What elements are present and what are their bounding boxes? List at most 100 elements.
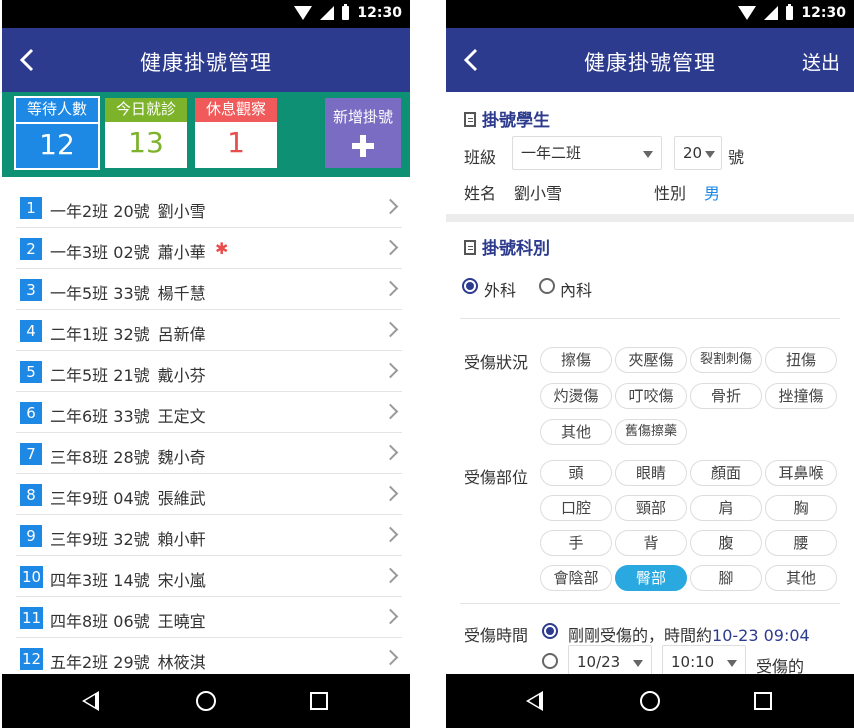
divider-line bbox=[460, 603, 840, 604]
injury-part-chip[interactable]: 腹 bbox=[690, 530, 762, 556]
status-bar: 12:30 bbox=[446, 0, 854, 28]
patient-row[interactable]: 11 四年8班 06號 王曉宜 bbox=[16, 597, 402, 638]
today-count-tile[interactable]: 今日就診 13 bbox=[105, 98, 187, 168]
patient-row[interactable]: 6 二年6班 33號 王定文 bbox=[16, 392, 402, 433]
row-class-seat: 三年9班 32號 bbox=[50, 530, 150, 549]
seat-select-value: 20 bbox=[683, 144, 703, 162]
class-select[interactable]: 一年二班 bbox=[512, 136, 662, 170]
form-content: 掛號學生 班級 一年二班 20 號 姓名 劉小雪 性別 男 掛號科別 外科 內科… bbox=[446, 92, 854, 674]
injury-part-chip[interactable]: 胸 bbox=[765, 495, 837, 521]
row-index-badge: 6 bbox=[20, 402, 42, 424]
chevron-right-icon bbox=[382, 239, 399, 256]
gender-label: 性別 bbox=[654, 184, 687, 203]
chevron-right-icon bbox=[382, 362, 399, 379]
injury-type-chip[interactable]: 挫撞傷 bbox=[765, 383, 837, 409]
rest-count-tile[interactable]: 休息觀察 1 bbox=[195, 98, 277, 168]
injury-part-chip[interactable]: 手 bbox=[540, 530, 612, 556]
time-now-value: 10-23 09:04 bbox=[712, 626, 810, 645]
waiting-count-tile[interactable]: 等待人數 12 bbox=[14, 96, 100, 170]
new-registration-label: 新增掛號 bbox=[332, 108, 393, 126]
gender-value: 男 bbox=[704, 184, 721, 203]
row-student-name: 賴小軒 bbox=[157, 530, 206, 549]
injury-part-chip[interactable]: 頸部 bbox=[615, 495, 687, 521]
internal-label: 內科 bbox=[560, 281, 593, 300]
injury-type-chip[interactable]: 裂割刺傷 bbox=[690, 347, 762, 373]
phone-right: 12:30 健康掛號管理 送出 掛號學生 班級 一年二班 20 號 姓名 劉小雪… bbox=[446, 0, 854, 728]
patient-row[interactable]: 3 一年5班 33號 楊千慧 bbox=[16, 269, 402, 310]
row-text: 三年8班 28號 魏小奇 bbox=[50, 444, 206, 468]
nav-back-icon[interactable] bbox=[82, 691, 99, 711]
submit-button[interactable]: 送出 bbox=[802, 48, 840, 75]
time-suffix: 受傷的 bbox=[756, 657, 805, 674]
nav-back-icon[interactable] bbox=[526, 691, 543, 711]
row-index-badge: 12 bbox=[20, 648, 44, 670]
patient-row[interactable]: 12 五年2班 29號 林筱淇 bbox=[16, 638, 402, 679]
status-bar: 12:30 bbox=[2, 0, 410, 28]
injury-part-chip[interactable]: 背 bbox=[615, 530, 687, 556]
surgery-radio[interactable] bbox=[462, 278, 478, 294]
patient-row[interactable]: 9 三年9班 32號 賴小軒 bbox=[16, 515, 402, 556]
injury-part-chip[interactable]: 腳 bbox=[690, 565, 762, 591]
patient-row[interactable]: 5 二年5班 21號 戴小芬 bbox=[16, 351, 402, 392]
injury-part-chip[interactable]: 頭 bbox=[540, 460, 612, 486]
injury-type-chip[interactable]: 骨折 bbox=[690, 383, 762, 409]
app-bar: 健康掛號管理 送出 bbox=[446, 28, 854, 92]
wifi-icon bbox=[738, 6, 757, 20]
row-index-badge: 9 bbox=[20, 525, 42, 547]
row-text: 一年5班 33號 楊千慧 bbox=[50, 280, 206, 304]
seat-select[interactable]: 20 bbox=[674, 136, 722, 170]
row-class-seat: 二年5班 21號 bbox=[50, 366, 150, 385]
injury-type-chip[interactable]: 灼燙傷 bbox=[540, 383, 612, 409]
injury-part-chip[interactable]: 肩 bbox=[690, 495, 762, 521]
row-text: 二年1班 32號 呂新偉 bbox=[50, 321, 206, 345]
nav-recents-icon[interactable] bbox=[754, 692, 772, 710]
nav-recents-icon[interactable] bbox=[310, 692, 328, 710]
injury-type-chip[interactable]: 舊傷擦藥 bbox=[615, 419, 687, 445]
time-now-radio[interactable] bbox=[542, 623, 558, 639]
injury-part-chip[interactable]: 耳鼻喉 bbox=[765, 460, 837, 486]
clock-select[interactable]: 10:10 bbox=[662, 645, 746, 674]
row-class-seat: 一年2班 20號 bbox=[50, 202, 150, 221]
row-student-name: 劉小雪 bbox=[157, 202, 206, 221]
date-select[interactable]: 10/23 bbox=[568, 645, 652, 674]
battery-icon bbox=[342, 4, 350, 20]
document-icon bbox=[464, 112, 476, 127]
nav-bar bbox=[446, 674, 854, 728]
patient-row[interactable]: 7 三年8班 28號 魏小奇 bbox=[16, 433, 402, 474]
injury-part-chip[interactable]: 臀部 bbox=[615, 565, 687, 591]
injury-type-chip[interactable]: 擦傷 bbox=[540, 347, 612, 373]
injury-type-chip[interactable]: 叮咬傷 bbox=[615, 383, 687, 409]
row-index-badge: 3 bbox=[20, 279, 42, 301]
patient-row[interactable]: 2 一年3班 02號 蕭小華 ✱ bbox=[16, 228, 402, 269]
patient-row[interactable]: 4 二年1班 32號 呂新偉 bbox=[16, 310, 402, 351]
injury-type-chip[interactable]: 扭傷 bbox=[765, 347, 837, 373]
clock-select-value: 10:10 bbox=[671, 653, 715, 671]
dropdown-arrow-icon bbox=[633, 660, 643, 667]
chevron-right-icon bbox=[382, 567, 399, 584]
status-time: 12:30 bbox=[357, 5, 402, 21]
row-class-seat: 二年6班 33號 bbox=[50, 407, 150, 426]
name-label: 姓名 bbox=[464, 184, 497, 203]
today-value: 13 bbox=[128, 126, 164, 159]
injury-part-chip[interactable]: 其他 bbox=[765, 565, 837, 591]
injury-part-chip[interactable]: 眼睛 bbox=[615, 460, 687, 486]
row-index-badge: 7 bbox=[20, 443, 42, 465]
injury-part-chip[interactable]: 腰 bbox=[765, 530, 837, 556]
injury-type-chip[interactable]: 夾壓傷 bbox=[615, 347, 687, 373]
injury-type-chip[interactable]: 其他 bbox=[540, 419, 612, 445]
patient-row[interactable]: 10 四年3班 14號 宋小嵐 bbox=[16, 556, 402, 597]
time-custom-radio[interactable] bbox=[542, 653, 558, 669]
injury-part-chip[interactable]: 顏面 bbox=[690, 460, 762, 486]
nav-home-icon[interactable] bbox=[196, 691, 216, 711]
row-text: 二年6班 33號 王定文 bbox=[50, 403, 206, 427]
row-index-badge: 1 bbox=[20, 197, 42, 219]
nav-home-icon[interactable] bbox=[640, 691, 660, 711]
patient-row[interactable]: 8 三年9班 04號 張維武 bbox=[16, 474, 402, 515]
injury-part-chip[interactable]: 會陰部 bbox=[540, 565, 612, 591]
row-text: 一年2班 20號 劉小雪 bbox=[50, 198, 206, 222]
new-registration-button[interactable]: 新增掛號 bbox=[325, 98, 401, 168]
patient-row[interactable]: 1 一年2班 20號 劉小雪 bbox=[16, 187, 402, 228]
internal-radio[interactable] bbox=[539, 278, 555, 294]
injury-part-chip[interactable]: 口腔 bbox=[540, 495, 612, 521]
row-text: 五年2班 29號 林筱淇 bbox=[50, 649, 206, 673]
